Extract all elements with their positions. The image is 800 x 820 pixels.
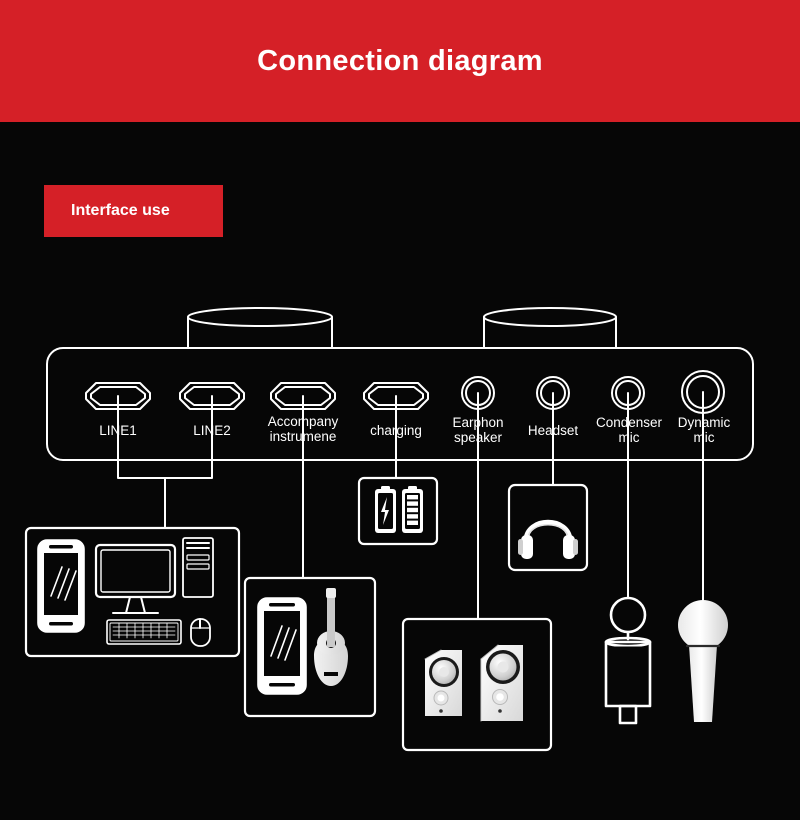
battery-bolt-icon	[375, 486, 396, 533]
device-knob-right[interactable]	[483, 307, 617, 349]
battery-level-icon	[402, 486, 423, 533]
guitar-icon	[314, 588, 348, 686]
speaker-left-icon	[424, 649, 462, 716]
pc-tower-icon	[182, 537, 214, 598]
device-knob-left[interactable]	[187, 307, 333, 349]
phone-icon-computer-box	[37, 539, 85, 633]
connector-line1-line2-to-computer	[117, 395, 213, 529]
speaker-right-icon	[480, 644, 523, 722]
condenser-microphone	[604, 596, 652, 725]
headphones-box	[507, 483, 589, 572]
phone-icon-instrument-box	[257, 597, 307, 695]
battery-charging-box	[357, 476, 439, 546]
keyboard-icon	[106, 619, 182, 645]
diagram-canvas	[24, 307, 754, 752]
mouse-icon	[190, 618, 211, 647]
headphones-icon	[518, 519, 578, 559]
monitor-icon	[94, 543, 177, 614]
dynamic-microphone	[678, 600, 728, 722]
connection-diagram-page: Connection diagram Interface use LINE1 L…	[0, 0, 800, 820]
